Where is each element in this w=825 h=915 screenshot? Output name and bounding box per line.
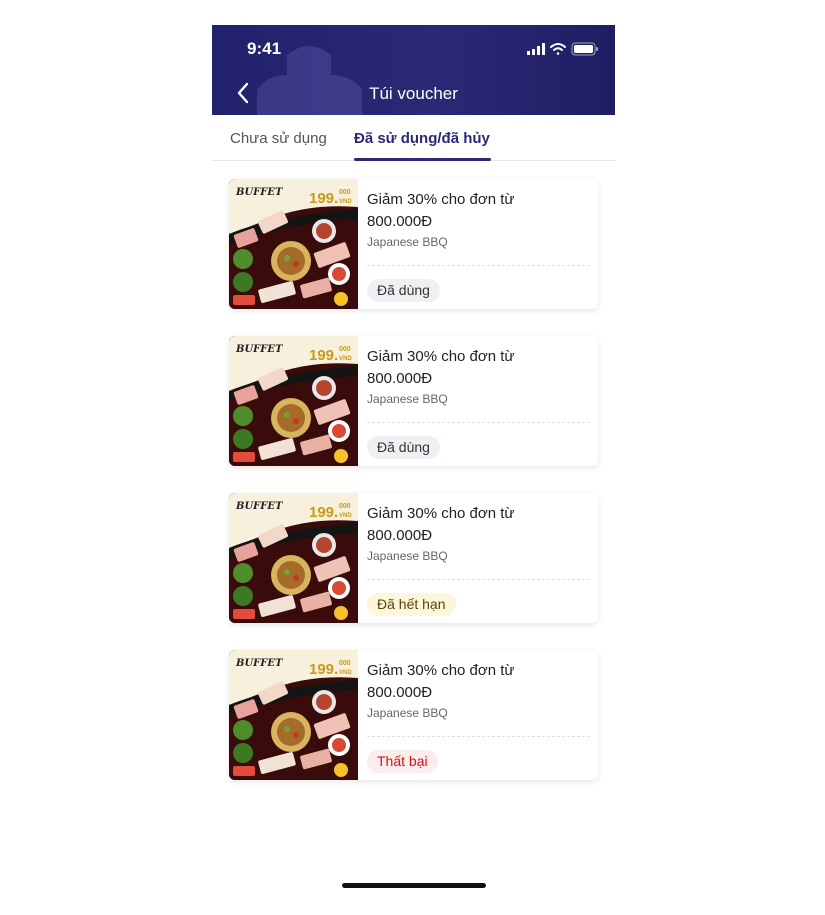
- voucher-title: Giảm 30% cho đơn từ 800.000Đ: [367, 348, 515, 387]
- voucher-card[interactable]: BUFFET 199. 000 VND Giảm 30% cho đơn từ …: [229, 493, 598, 623]
- app-header: 9:41 Túi voucher: [212, 25, 615, 115]
- tab-unused[interactable]: Chưa sử dụng: [230, 130, 327, 147]
- voucher-title: Giảm 30% cho đơn từ 800.000Đ: [367, 662, 515, 701]
- status-icons: [527, 42, 598, 56]
- voucher-brand: Japanese BBQ: [367, 392, 448, 406]
- price-small-label: 000: [339, 660, 351, 667]
- battery-icon: [571, 42, 598, 56]
- dashed-divider: [367, 265, 590, 266]
- dashed-divider: [367, 422, 590, 423]
- active-tab-indicator: [354, 158, 491, 161]
- buffet-label: BUFFET: [235, 187, 284, 198]
- currency-label: VND: [339, 670, 352, 676]
- voucher-card[interactable]: BUFFET 199. 000 VND Giảm 30% cho đơn từ …: [229, 336, 598, 466]
- currency-label: VND: [339, 513, 352, 519]
- buffet-label: BUFFET: [235, 658, 284, 669]
- price-small-label: 000: [339, 503, 351, 510]
- wifi-icon: [550, 43, 566, 55]
- price-label: 199.: [309, 661, 338, 678]
- home-indicator: [342, 883, 486, 888]
- tab-used-cancelled[interactable]: Đã sử dụng/đã hủy: [354, 130, 490, 147]
- voucher-image: BUFFET 199. 000 VND: [229, 493, 358, 623]
- voucher-title: Giảm 30% cho đơn từ 800.000Đ: [367, 191, 515, 230]
- voucher-card[interactable]: BUFFET 199. 000 VND Giảm 30% cho đơn từ …: [229, 650, 598, 780]
- status-badge: Đã hết hạn: [367, 593, 456, 616]
- price-label: 199.: [309, 190, 338, 207]
- dashed-divider: [367, 736, 590, 737]
- price-label: 199.: [309, 504, 338, 521]
- status-time: 9:41: [247, 39, 282, 58]
- price-small-label: 000: [339, 189, 351, 196]
- status-badge: Thất bại: [367, 750, 438, 773]
- voucher-title: Giảm 30% cho đơn từ 800.000Đ: [367, 505, 515, 544]
- voucher-image: BUFFET 199. 000 VND: [229, 336, 358, 466]
- voucher-brand: Japanese BBQ: [367, 235, 448, 249]
- buffet-label: BUFFET: [235, 344, 284, 355]
- voucher-image: BUFFET 199. 000 VND: [229, 179, 358, 309]
- tab-bar: Chưa sử dụng Đã sử dụng/đã hủy: [212, 115, 615, 161]
- voucher-brand: Japanese BBQ: [367, 706, 448, 720]
- status-badge: Đã dùng: [367, 436, 440, 459]
- page-title: Túi voucher: [369, 84, 458, 103]
- price-label: 199.: [309, 347, 338, 364]
- voucher-brand: Japanese BBQ: [367, 549, 448, 563]
- status-badge: Đã dùng: [367, 279, 440, 302]
- voucher-image: BUFFET 199. 000 VND: [229, 650, 358, 780]
- signal-icon: [527, 43, 545, 55]
- dashed-divider: [367, 579, 590, 580]
- buffet-label: BUFFET: [235, 501, 284, 512]
- currency-label: VND: [339, 356, 352, 362]
- phone-screen: 9:41 Túi voucher Chưa sử dụng Đã sử dụng…: [212, 25, 615, 895]
- price-small-label: 000: [339, 346, 351, 353]
- currency-label: VND: [339, 199, 352, 205]
- voucher-card[interactable]: BUFFET 199. 000 VND Giảm 30% cho đơn từ …: [229, 179, 598, 309]
